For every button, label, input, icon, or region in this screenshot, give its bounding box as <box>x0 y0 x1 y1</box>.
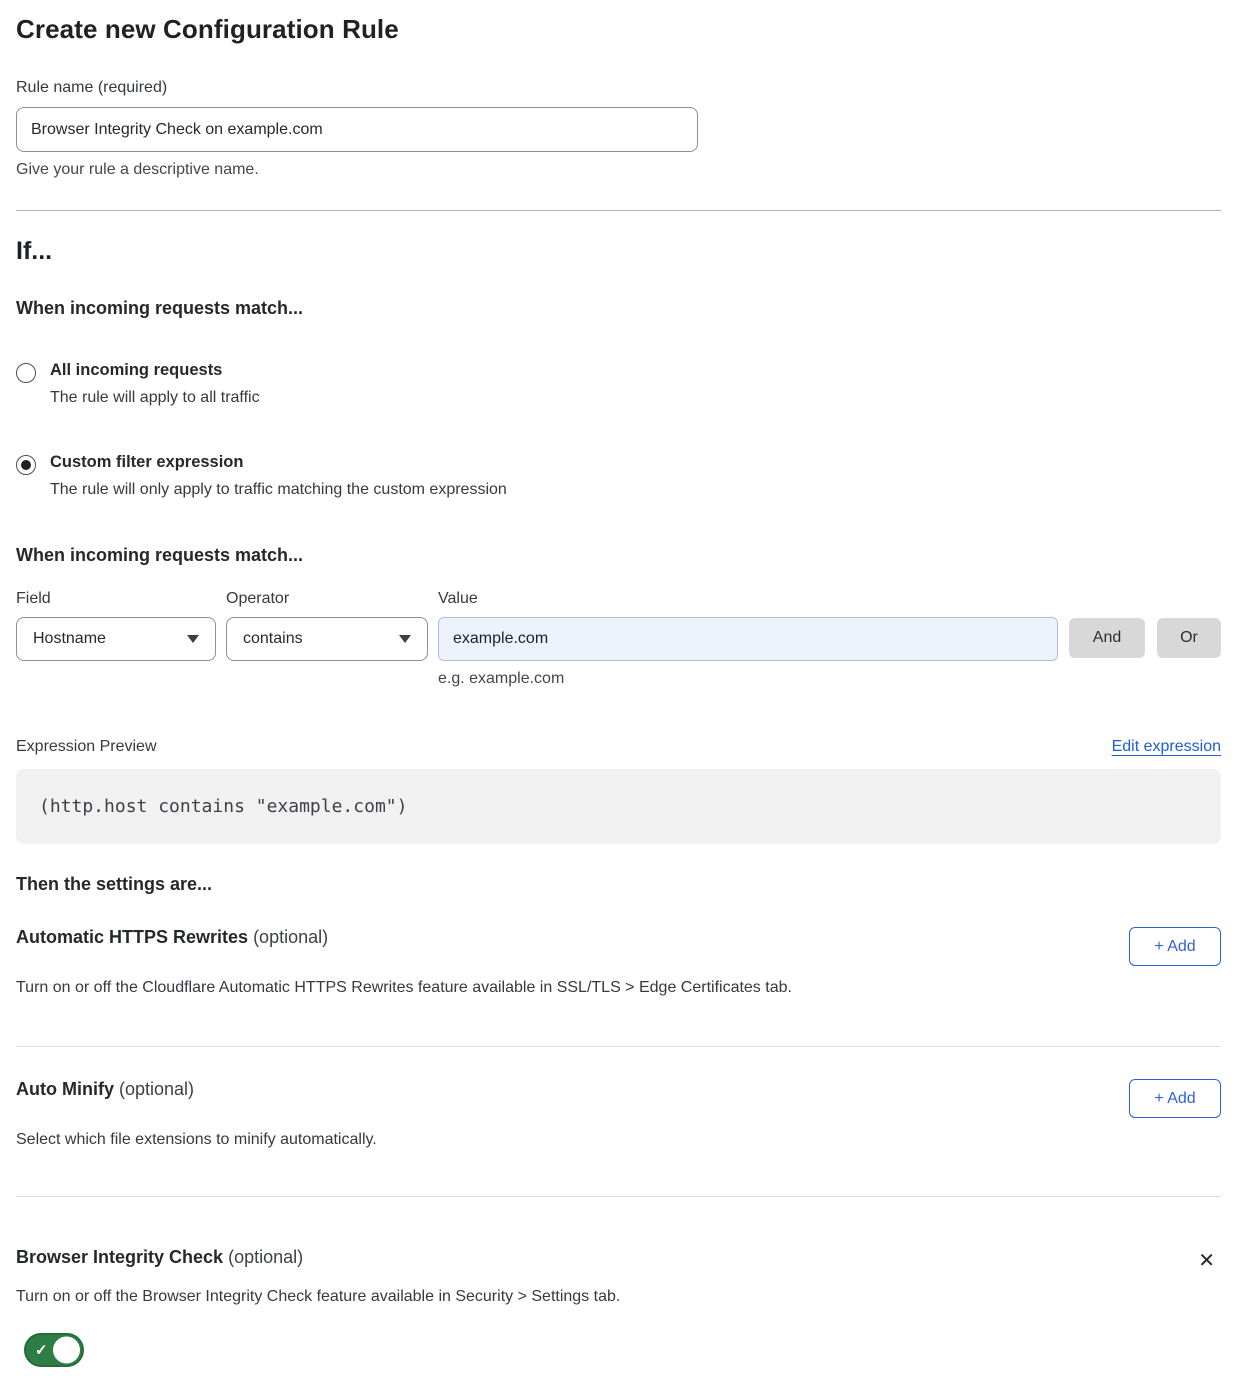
value-hint: e.g. example.com <box>438 670 1058 688</box>
operator-select-value: contains <box>243 630 303 648</box>
setting-title: Automatic HTTPS Rewrites (optional) <box>16 927 328 948</box>
setting-description: Select which file extensions to minify a… <box>16 1131 996 1149</box>
expression-code: (http.host contains "example.com") <box>39 796 407 817</box>
field-label: Field <box>16 590 216 608</box>
setting-title-text: Browser Integrity Check <box>16 1247 223 1267</box>
rule-name-input[interactable] <box>16 107 698 152</box>
operator-label: Operator <box>226 590 428 608</box>
expression-preview-label: Expression Preview <box>16 738 157 756</box>
setting-optional-text: (optional) <box>228 1247 303 1267</box>
add-auto-minify-button[interactable]: + Add <box>1129 1079 1221 1118</box>
create-configuration-rule-form: Create new Configuration Rule Rule name … <box>0 0 1237 1367</box>
expression-builder-row: Field Hostname Operator contains Value e… <box>16 590 1221 688</box>
radio-label: Custom filter expression <box>50 453 507 472</box>
and-button[interactable]: And <box>1069 618 1145 658</box>
radio-custom-filter-expression[interactable] <box>16 455 36 475</box>
chevron-down-icon <box>399 635 411 643</box>
setting-title: Browser Integrity Check (optional) <box>16 1247 303 1268</box>
chevron-down-icon <box>187 635 199 643</box>
setting-description: Turn on or off the Cloudflare Automatic … <box>16 979 996 997</box>
toggle-knob[interactable] <box>53 1337 80 1364</box>
setting-browser-integrity-check: Browser Integrity Check (optional) ✕ Tur… <box>16 1247 1221 1367</box>
radio-label: All incoming requests <box>50 361 260 380</box>
close-icon[interactable]: ✕ <box>1192 1247 1221 1275</box>
setting-auto-minify: Auto Minify (optional) + Add Select whic… <box>16 1079 1221 1149</box>
setting-optional-text: (optional) <box>253 927 328 947</box>
setting-title-text: Auto Minify <box>16 1079 114 1099</box>
add-automatic-https-rewrites-button[interactable]: + Add <box>1129 927 1221 966</box>
setting-automatic-https-rewrites: Automatic HTTPS Rewrites (optional) + Ad… <box>16 927 1221 997</box>
section-divider <box>16 210 1221 211</box>
or-button[interactable]: Or <box>1157 618 1221 658</box>
browser-integrity-check-toggle[interactable]: ✓ <box>24 1333 84 1367</box>
page-title: Create new Configuration Rule <box>16 14 1221 45</box>
radio-all-incoming-requests[interactable] <box>16 363 36 383</box>
setting-description: Turn on or off the Browser Integrity Che… <box>16 1288 996 1306</box>
setting-divider <box>16 1196 1221 1197</box>
rule-name-help: Give your rule a descriptive name. <box>16 161 1221 179</box>
setting-divider <box>16 1046 1221 1047</box>
edit-expression-link[interactable]: Edit expression <box>1112 738 1221 756</box>
rule-name-label: Rule name (required) <box>16 79 1221 97</box>
check-icon: ✓ <box>35 1341 48 1359</box>
option-all-incoming-requests[interactable]: All incoming requests The rule will appl… <box>16 361 1221 407</box>
setting-optional-text: (optional) <box>119 1079 194 1099</box>
if-heading: If... <box>16 237 1221 266</box>
radio-description: The rule will only apply to traffic matc… <box>50 481 507 499</box>
setting-title-text: Automatic HTTPS Rewrites <box>16 927 248 947</box>
settings-heading: Then the settings are... <box>16 874 1221 895</box>
field-select-value: Hostname <box>33 630 106 648</box>
field-select[interactable]: Hostname <box>16 617 216 661</box>
radio-description: The rule will apply to all traffic <box>50 389 260 407</box>
value-label: Value <box>438 590 1058 608</box>
setting-title: Auto Minify (optional) <box>16 1079 194 1100</box>
builder-heading: When incoming requests match... <box>16 545 1221 566</box>
operator-select[interactable]: contains <box>226 617 428 661</box>
expression-preview-box: (http.host contains "example.com") <box>16 769 1221 844</box>
value-input[interactable] <box>438 617 1058 661</box>
match-heading: When incoming requests match... <box>16 298 1221 319</box>
option-custom-filter-expression[interactable]: Custom filter expression The rule will o… <box>16 453 1221 499</box>
